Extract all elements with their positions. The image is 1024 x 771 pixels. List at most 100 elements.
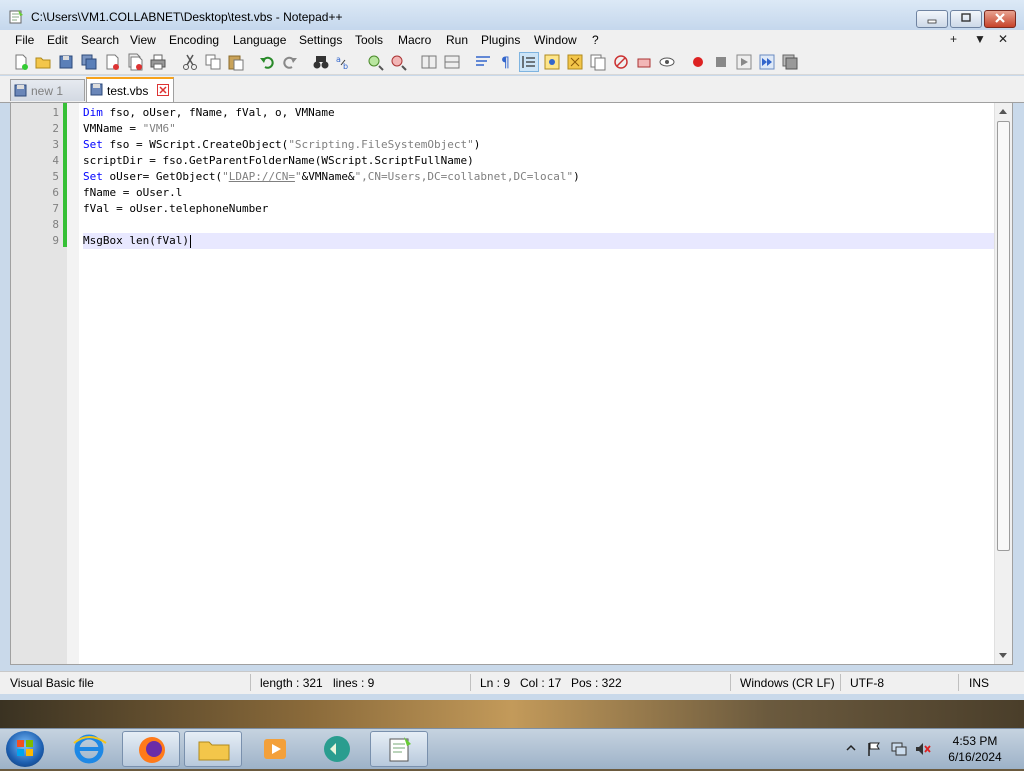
taskbar-media-player[interactable]: [246, 731, 304, 767]
taskbar-firefox[interactable]: [122, 731, 180, 767]
system-clock[interactable]: 4:53 PM 6/16/2024: [940, 733, 1010, 765]
media-player-icon: [264, 739, 286, 759]
sync-horizontal-icon: [444, 55, 460, 69]
menu-settings[interactable]: Settings: [299, 33, 342, 47]
doc-map-button[interactable]: [566, 53, 584, 71]
menu-file[interactable]: File: [15, 33, 34, 47]
action-center-flag-icon[interactable]: [866, 741, 882, 760]
vertical-scrollbar[interactable]: [994, 103, 1012, 664]
folder-as-workspace-button[interactable]: [612, 53, 630, 71]
save-all-button[interactable]: [80, 53, 98, 71]
tab-list-dropdown-icon[interactable]: ▼: [974, 32, 986, 46]
new-tab-plus-icon[interactable]: +: [950, 32, 957, 46]
menu-tools[interactable]: Tools: [355, 33, 383, 47]
code-line[interactable]: 7 fVal = oUser.telephoneNumber: [52, 201, 995, 217]
save-macro-button[interactable]: [781, 53, 799, 71]
sync-vertical-button[interactable]: [420, 53, 438, 71]
run-macro-multiple-button[interactable]: [758, 53, 776, 71]
show-hidden-icons-icon[interactable]: [846, 742, 856, 756]
close-button[interactable]: [984, 10, 1016, 28]
menu-help[interactable]: ?: [592, 33, 599, 47]
line-number: 7: [52, 202, 59, 215]
menu-macro[interactable]: Macro: [398, 33, 431, 47]
show-all-chars-button[interactable]: ¶: [497, 53, 515, 71]
word-wrap-button[interactable]: [474, 53, 492, 71]
tab-new-1[interactable]: new 1: [10, 79, 85, 101]
title-bar[interactable]: C:\Users\VM1.COLLABNET\Desktop\test.vbs …: [0, 0, 1024, 32]
status-insert-mode[interactable]: INS: [969, 676, 989, 690]
scrollbar-thumb[interactable]: [997, 121, 1010, 551]
print-button[interactable]: [149, 53, 167, 71]
monitoring-button[interactable]: [635, 53, 653, 71]
close-all-button[interactable]: [126, 53, 144, 71]
status-eol[interactable]: Windows (CR LF): [740, 676, 835, 690]
scroll-up-arrow-icon[interactable]: [999, 109, 1007, 114]
user-lang-button[interactable]: [543, 53, 561, 71]
code-editor[interactable]: 1 Dim fso, oUser, fName, fVal, o, VMName …: [10, 102, 1013, 665]
code-line[interactable]: 4 scriptDir = fso.GetParentFolderName(WSc…: [52, 153, 995, 169]
sync-horizontal-button[interactable]: [443, 53, 461, 71]
copy-button[interactable]: [204, 53, 222, 71]
taskbar-file-explorer[interactable]: [184, 731, 242, 767]
close-document-icon[interactable]: ✕: [998, 32, 1008, 46]
menu-language[interactable]: Language: [233, 33, 286, 47]
zoom-out-button[interactable]: [389, 53, 407, 71]
minimize-button[interactable]: [916, 10, 948, 28]
menu-bar: File Edit Search View Encoding Language …: [0, 30, 1024, 50]
status-encoding[interactable]: UTF-8: [850, 676, 884, 690]
volume-muted-icon[interactable]: [914, 741, 932, 760]
menu-view[interactable]: View: [130, 33, 156, 47]
status-pos: Pos : 322: [571, 676, 622, 690]
close-file-button[interactable]: [103, 53, 121, 71]
code-line[interactable]: 5 Set oUser= GetObject("LDAP://CN="&VMNam…: [52, 169, 995, 185]
maximize-button[interactable]: [950, 10, 982, 28]
code-line[interactable]: 1 Dim fso, oUser, fName, fVal, o, VMName: [52, 105, 995, 121]
code-line[interactable]: 8: [52, 217, 995, 233]
cut-button[interactable]: [181, 53, 199, 71]
save-button[interactable]: [57, 53, 75, 71]
stop-recording-button[interactable]: [712, 53, 730, 71]
code-line[interactable]: 3 Set fso = WScript.CreateObject("Scripti…: [52, 137, 995, 153]
replace-button[interactable]: ab: [335, 53, 353, 71]
taskbar-notepadpp[interactable]: [370, 731, 428, 767]
replace-icon: ab: [336, 55, 348, 71]
code-line[interactable]: 6 fName = oUser.l: [52, 185, 995, 201]
function-list-button[interactable]: [589, 53, 607, 71]
menu-search[interactable]: Search: [81, 33, 119, 47]
paste-button[interactable]: [227, 53, 245, 71]
taskbar-internet-explorer[interactable]: [60, 731, 118, 767]
menu-plugins[interactable]: Plugins: [481, 33, 520, 47]
code-line-current[interactable]: 9 MsgBox len(fVal): [52, 233, 995, 249]
redo-button[interactable]: [281, 53, 299, 71]
open-file-button[interactable]: [34, 53, 52, 71]
record-icon: [693, 57, 703, 67]
open-folder-icon: [35, 57, 51, 69]
find-button[interactable]: [312, 53, 330, 71]
taskbar-app-green[interactable]: [308, 731, 366, 767]
preview-button[interactable]: [658, 53, 676, 71]
windows-logo-icon: [17, 740, 33, 756]
scroll-down-arrow-icon[interactable]: [999, 653, 1007, 658]
code-text-area[interactable]: 1 Dim fso, oUser, fName, fVal, o, VMName …: [52, 105, 995, 249]
start-recording-button[interactable]: [689, 53, 707, 71]
code-line[interactable]: 2 VMName = "VM6": [52, 121, 995, 137]
zoom-in-button[interactable]: [366, 53, 384, 71]
menu-run[interactable]: Run: [446, 33, 468, 47]
indent-guide-button[interactable]: [519, 52, 539, 72]
menu-window[interactable]: Window: [534, 33, 577, 47]
tab-test-vbs[interactable]: test.vbs: [86, 77, 174, 102]
start-button[interactable]: [6, 731, 44, 767]
copy-icon: [205, 54, 221, 70]
menu-encoding[interactable]: Encoding: [169, 33, 219, 47]
print-icon: [150, 54, 166, 70]
playback-button[interactable]: [735, 53, 753, 71]
network-icon[interactable]: [890, 741, 908, 760]
cut-icon: [183, 54, 197, 70]
folder-workspace-icon: [614, 55, 628, 69]
close-icon: [995, 13, 1005, 23]
undo-button[interactable]: [258, 53, 276, 71]
menu-edit[interactable]: Edit: [47, 33, 68, 47]
new-file-button[interactable]: [12, 53, 30, 71]
tab-close-icon[interactable]: [157, 84, 169, 96]
fold-margin[interactable]: [67, 103, 79, 664]
